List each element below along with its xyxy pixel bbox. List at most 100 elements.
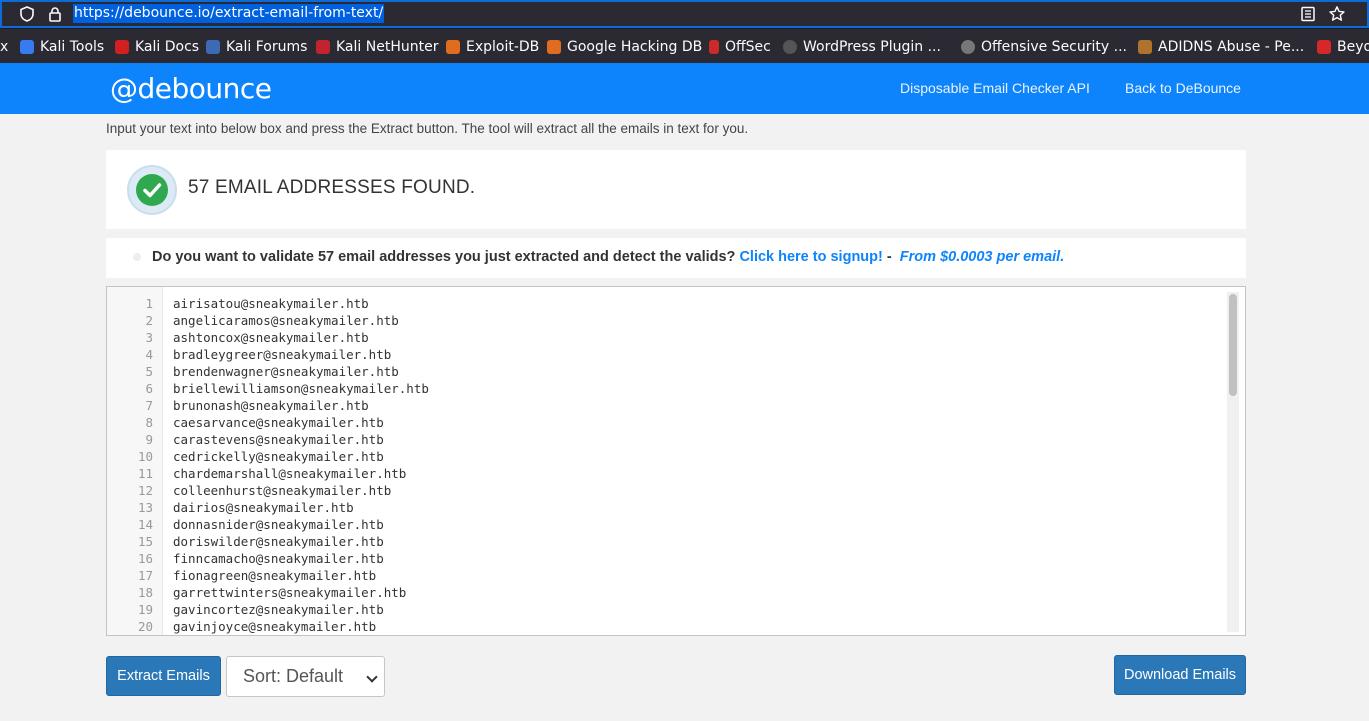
email-line[interactable]: angelicaramos@sneakymailer.htb — [173, 312, 399, 329]
download-emails-button[interactable]: Download Emails — [1114, 655, 1246, 695]
bookmark-item[interactable]: Kali NetHunter — [316, 38, 438, 56]
line-number: 20 — [137, 619, 153, 634]
email-line[interactable]: chardemarshall@sneakymailer.htb — [173, 465, 406, 482]
email-line[interactable]: ashtoncox@sneakymailer.htb — [173, 329, 369, 346]
signup-link[interactable]: Click here to signup! — [739, 249, 882, 265]
bookmarks-bar: x Kali Tools Kali Docs Kali Forums Kali … — [0, 28, 1369, 63]
email-line[interactable]: caesarvance@sneakymailer.htb — [173, 414, 384, 431]
line-number: 2 — [145, 313, 153, 328]
email-line[interactable]: bradleygreer@sneakymailer.htb — [173, 346, 391, 363]
bookmark-item[interactable]: Kali Forums — [206, 38, 307, 56]
bookmark-label: Kali Forums — [226, 39, 308, 55]
promo-question: Do you want to validate 57 email address… — [152, 249, 736, 265]
email-line[interactable]: gavinjoyce@sneakymailer.htb — [173, 618, 376, 635]
nav-back-to-debounce[interactable]: Back to DeBounce — [1125, 80, 1241, 96]
line-number: 5 — [145, 364, 153, 379]
sort-select[interactable]: Sort: Default — [226, 656, 385, 697]
line-number: 8 — [145, 415, 153, 430]
nav-disposable-email-checker[interactable]: Disposable Email Checker API — [900, 80, 1090, 96]
promo-dash: - — [886, 249, 892, 265]
email-line[interactable]: donnasnider@sneakymailer.htb — [173, 516, 384, 533]
bookmark-item[interactable]: ADIDNS Abuse - Pe... — [1138, 38, 1304, 56]
bookmark-label: x — [0, 39, 9, 55]
exploit-db-icon — [446, 40, 460, 54]
email-line[interactable]: airisatou@sneakymailer.htb — [173, 295, 369, 312]
bookmark-label: Kali NetHunter — [336, 39, 439, 55]
bookmark-star-icon[interactable] — [1328, 5, 1346, 23]
kali-forums-icon — [206, 40, 220, 54]
line-number: 17 — [137, 568, 153, 583]
bookmark-item[interactable]: WordPress Plugin ... — [783, 38, 941, 56]
email-line[interactable]: carastevens@sneakymailer.htb — [173, 431, 384, 448]
line-number: 7 — [145, 398, 153, 413]
lock-icon[interactable] — [46, 5, 64, 23]
email-line[interactable]: gavincortez@sneakymailer.htb — [173, 601, 384, 618]
line-number: 19 — [137, 602, 153, 617]
ghdb-icon — [547, 40, 561, 54]
bookmark-item[interactable]: Google Hacking DB — [547, 38, 702, 56]
vertical-scrollbar[interactable] — [1227, 292, 1239, 632]
email-line[interactable]: doriswilder@sneakymailer.htb — [173, 533, 384, 550]
line-number: 14 — [137, 517, 153, 532]
email-output-editor[interactable]: 1 airisatou@sneakymailer.htb 2 angelicaramo… — [106, 286, 1246, 636]
kali-nethunter-icon — [316, 40, 330, 54]
email-line[interactable]: colleenhurst@sneakymailer.htb — [173, 482, 391, 499]
email-line[interactable]: finncamacho@sneakymailer.htb — [173, 550, 384, 567]
email-line[interactable]: cedrickelly@sneakymailer.htb — [173, 448, 384, 465]
result-panel: 57 EMAIL ADDRESSES FOUND. — [106, 150, 1246, 229]
line-number: 18 — [137, 585, 153, 600]
price-text: From $0.0003 per email. — [899, 249, 1065, 265]
bookmark-item[interactable]: Kali Tools — [20, 38, 104, 56]
url-text[interactable]: https://debounce.io/extract-email-from-t… — [73, 4, 385, 23]
bookmark-label: Kali Tools — [40, 39, 105, 55]
intro-text: Input your text into below box and press… — [106, 121, 749, 136]
line-number: 9 — [145, 432, 153, 447]
found-count-heading: 57 EMAIL ADDRESSES FOUND. — [188, 177, 476, 198]
promo-text: Do you want to validate 57 email address… — [152, 249, 1064, 265]
chevron-down-icon — [366, 671, 378, 683]
sort-select-value: Sort: Default — [243, 666, 344, 686]
browser-url-bar[interactable]: https://debounce.io/extract-email-from-t… — [0, 0, 1369, 28]
bookmark-label: WordPress Plugin ... — [803, 39, 941, 55]
email-line[interactable]: fionagreen@sneakymailer.htb — [173, 567, 376, 584]
bookmark-label: Beyo — [1337, 39, 1369, 55]
line-number: 16 — [137, 551, 153, 566]
email-line[interactable]: brunonash@sneakymailer.htb — [173, 397, 369, 414]
extract-emails-button[interactable]: Extract Emails — [106, 656, 221, 696]
wordpress-icon — [783, 40, 797, 54]
bookmark-label: Offensive Security ... — [981, 39, 1127, 55]
reader-view-icon[interactable] — [1299, 5, 1317, 23]
bookmark-label: OffSec — [725, 39, 771, 55]
email-line[interactable]: dairios@sneakymailer.htb — [173, 499, 354, 516]
bookmark-label: Exploit-DB — [466, 39, 540, 55]
line-number: 10 — [137, 449, 153, 464]
offsec-icon — [709, 40, 719, 54]
bookmark-item[interactable]: Exploit-DB — [446, 38, 539, 56]
email-line[interactable]: brendenwagner@sneakymailer.htb — [173, 363, 399, 380]
bullet-icon — [133, 253, 141, 261]
email-line[interactable]: briellewilliamson@sneakymailer.htb — [173, 380, 429, 397]
beyond-icon — [1317, 40, 1331, 54]
shield-icon[interactable] — [18, 5, 36, 23]
email-line[interactable]: garrettwinters@sneakymailer.htb — [173, 584, 406, 601]
bookmark-item[interactable]: x — [0, 38, 8, 56]
kali-tools-icon — [20, 40, 34, 54]
line-number: 3 — [145, 330, 153, 345]
bookmark-item[interactable]: OffSec — [709, 38, 771, 56]
line-number: 6 — [145, 381, 153, 396]
bookmark-item[interactable]: Offensive Security ... — [961, 38, 1127, 56]
check-circle-icon — [127, 165, 177, 215]
bookmark-label: Kali Docs — [135, 39, 200, 55]
bookmark-label: ADIDNS Abuse - Pe... — [1158, 39, 1305, 55]
adidns-icon — [1138, 40, 1152, 54]
kali-docs-icon — [115, 40, 129, 54]
bookmark-item[interactable]: Beyo — [1317, 38, 1369, 56]
scrollbar-thumb[interactable] — [1229, 294, 1237, 396]
promo-banner: Do you want to validate 57 email address… — [106, 238, 1246, 278]
line-number: 11 — [137, 466, 153, 481]
line-number: 1 — [145, 296, 153, 311]
debounce-logo[interactable]: @debounce — [110, 72, 272, 105]
bookmark-item[interactable]: Kali Docs — [115, 38, 199, 56]
line-number: 13 — [137, 500, 153, 515]
site-header: @debounce Disposable Email Checker API B… — [0, 63, 1369, 114]
